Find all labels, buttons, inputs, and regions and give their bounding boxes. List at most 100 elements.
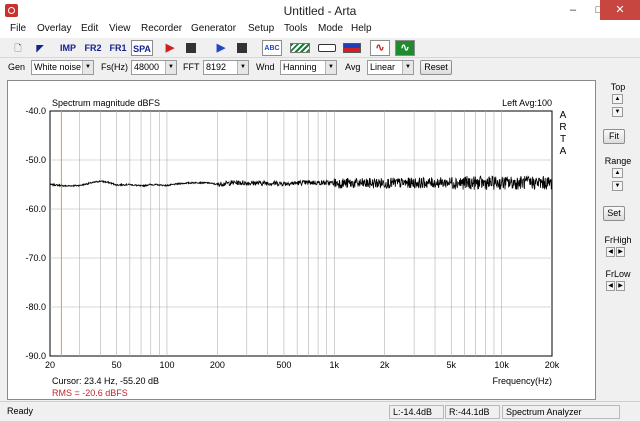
status-ready: Ready — [7, 406, 34, 416]
menu-edit[interactable]: Edit — [81, 23, 98, 34]
menu-recorder[interactable]: Recorder — [141, 23, 182, 34]
x-tick-label: 200 — [210, 360, 225, 370]
brand-letter-t: T — [560, 134, 566, 145]
spa-mode-button[interactable]: SPA — [131, 40, 153, 56]
spectrum-chart[interactable]: 20 50 100 200 500 1k 2k 5k 10k 20k -40.0 -50.0 -60.0… — [8, 81, 595, 399]
reset-button[interactable]: Reset — [420, 60, 452, 75]
fs-label: Fs(Hz) — [101, 62, 128, 72]
record-icon[interactable]: ▶ — [160, 40, 180, 56]
status-mode: Spectrum Analyzer — [502, 405, 620, 419]
x-tick-label: 5k — [446, 360, 456, 370]
avg-value: Linear — [370, 62, 396, 72]
close-button[interactable]: ✕ — [600, 0, 640, 20]
fs-value: 48000 — [134, 62, 160, 72]
frhigh-label: FrHigh — [604, 235, 632, 245]
x-axis-label: Frequency(Hz) — [492, 376, 552, 386]
frlow-label: FrLow — [605, 269, 631, 279]
stop-play-icon[interactable] — [237, 43, 247, 53]
x-tick-label: 100 — [159, 360, 174, 370]
right-level: R:-44.1dB — [445, 405, 500, 419]
stop-icon[interactable] — [186, 43, 196, 53]
red-wave-icon[interactable]: ∿ — [370, 40, 390, 56]
frhigh-left-button[interactable]: ◀ — [606, 247, 615, 257]
chevron-down-icon: ▼ — [325, 61, 336, 74]
fr2-mode-button[interactable]: FR2 — [82, 40, 104, 56]
chevron-down-icon: ▼ — [82, 61, 93, 74]
x-tick-label: 1k — [330, 360, 340, 370]
top-up-button[interactable]: ▲ — [612, 94, 623, 104]
chevron-down-icon: ▼ — [402, 61, 413, 74]
window-value: Hanning — [283, 62, 317, 72]
menu-view[interactable]: View — [109, 23, 131, 34]
frlow-left-button[interactable]: ◀ — [606, 281, 615, 291]
y-tick-label: -60.0 — [25, 204, 46, 214]
y-tick-label: -40.0 — [25, 106, 46, 116]
top-down-button[interactable]: ▼ — [612, 107, 623, 117]
fit-button[interactable]: Fit — [603, 129, 625, 144]
wnd-label: Wnd — [256, 62, 275, 72]
menu-mode[interactable]: Mode — [318, 23, 343, 34]
menu-overlay[interactable]: Overlay — [37, 23, 71, 34]
brand-letter-a: A — [560, 110, 567, 121]
x-tick-label: 20k — [545, 360, 560, 370]
y-tick-label: -80.0 — [25, 302, 46, 312]
menu-help[interactable]: Help — [351, 23, 372, 34]
frhigh-spinner: ◀ ▶ — [606, 247, 628, 259]
color-bar-icon[interactable] — [343, 43, 361, 53]
window-select[interactable]: Hanning ▼ — [280, 60, 337, 75]
x-tick-label: 2k — [380, 360, 390, 370]
y-tick-label: -70.0 — [25, 253, 46, 263]
chart-title: Spectrum magnitude dBFS — [52, 98, 160, 108]
frlow-right-button[interactable]: ▶ — [616, 281, 625, 291]
menu-file[interactable]: File — [10, 23, 26, 34]
fs-select[interactable]: 48000 ▼ — [131, 60, 177, 75]
input-icon[interactable] — [318, 44, 336, 52]
gen-label: Gen — [8, 62, 26, 72]
chart-ticks: 20 50 100 200 500 1k 2k 5k 10k 20k -40.0 -50.0 -60.0… — [25, 106, 559, 370]
spectrum-plot[interactable]: 20 50 100 200 500 1k 2k 5k 10k 20k -40.0 -50.0 -60.0… — [7, 80, 596, 400]
chevron-down-icon: ▼ — [165, 61, 176, 74]
spectrum-trace — [49, 175, 553, 191]
range-up-button[interactable]: ▲ — [612, 168, 623, 178]
menu-generator[interactable]: Generator — [191, 23, 236, 34]
frhigh-right-button[interactable]: ▶ — [616, 247, 625, 257]
new-file-icon[interactable]: 🗋 — [8, 40, 28, 56]
x-tick-label: 50 — [112, 360, 122, 370]
abc-icon[interactable]: ABC — [262, 40, 282, 56]
stripes-icon[interactable] — [290, 43, 310, 53]
open-icon[interactable]: ◤ — [30, 40, 50, 56]
menu-bar: File Overlay Edit View Recorder Generato… — [0, 22, 640, 38]
chevron-down-icon: ▼ — [237, 61, 248, 74]
minimize-button[interactable]: – — [560, 0, 586, 20]
range-down-button[interactable]: ▼ — [612, 181, 623, 191]
settings-bar: Gen White noise ▼ Fs(Hz) 48000 ▼ FFT 8192 ▼… — [0, 58, 640, 78]
window-title: Untitled - Arta — [283, 4, 357, 18]
frlow-spinner: ◀ ▶ — [606, 281, 628, 293]
chart-grid — [49, 110, 553, 357]
range-label: Range — [604, 156, 632, 166]
status-bar: Ready L:-14.4dB R:-44.1dB Spectrum Analy… — [0, 401, 640, 421]
arta-window: Untitled - Arta – □ ✕ File Overlay Edit … — [0, 0, 640, 421]
imp-mode-button[interactable]: IMP — [57, 40, 79, 56]
fft-select[interactable]: 8192 ▼ — [203, 60, 249, 75]
fft-label: FFT — [183, 62, 200, 72]
set-button[interactable]: Set — [603, 206, 625, 221]
fr1-mode-button[interactable]: FR1 — [107, 40, 129, 56]
toolbar: 🗋 ◤ IMP FR2 FR1 SPA ▶ ▶ ABC ∿ ∿ — [0, 38, 640, 58]
play-icon[interactable]: ▶ — [211, 40, 231, 56]
generator-select[interactable]: White noise ▼ — [31, 60, 94, 75]
menu-tools[interactable]: Tools — [284, 23, 307, 34]
x-tick-label: 500 — [276, 360, 291, 370]
avg-select[interactable]: Linear ▼ — [367, 60, 414, 75]
menu-setup[interactable]: Setup — [248, 23, 274, 34]
y-tick-label: -50.0 — [25, 155, 46, 165]
left-level: L:-14.4dB — [389, 405, 444, 419]
generator-value: White noise — [34, 62, 82, 72]
title-bar: Untitled - Arta – □ ✕ — [0, 0, 640, 22]
chart-info: Left Avg:100 — [502, 98, 552, 108]
green-wave-icon[interactable]: ∿ — [395, 40, 415, 56]
plot-frame — [49, 110, 553, 357]
side-panel: Top ▲ ▼ Fit Range ▲ ▼ Set FrHigh ◀ ▶ FrL… — [596, 78, 640, 400]
cursor-readout: Cursor: 23.4 Hz, -55.20 dB — [52, 376, 159, 386]
avg-label: Avg — [345, 62, 361, 72]
